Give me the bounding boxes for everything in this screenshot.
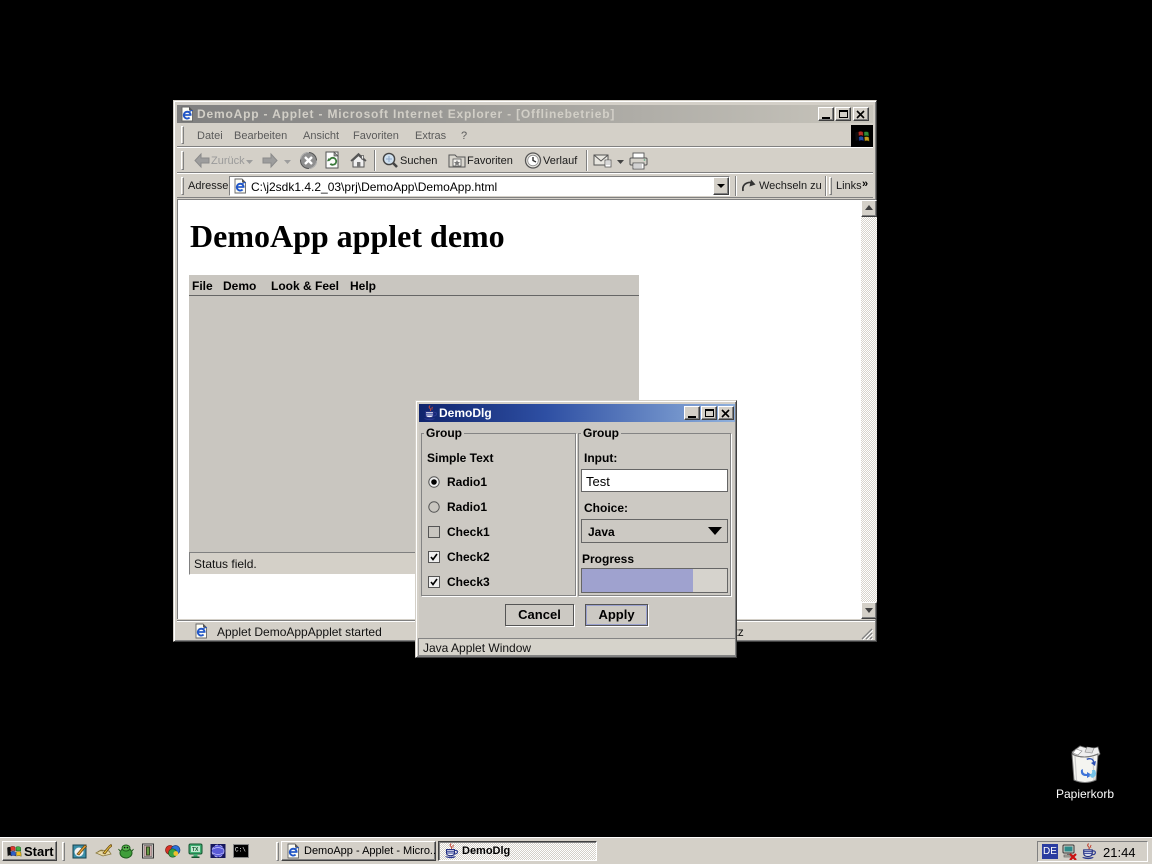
svg-text:C:\: C:\ (235, 847, 246, 854)
svg-text:TX: TX (192, 847, 199, 853)
